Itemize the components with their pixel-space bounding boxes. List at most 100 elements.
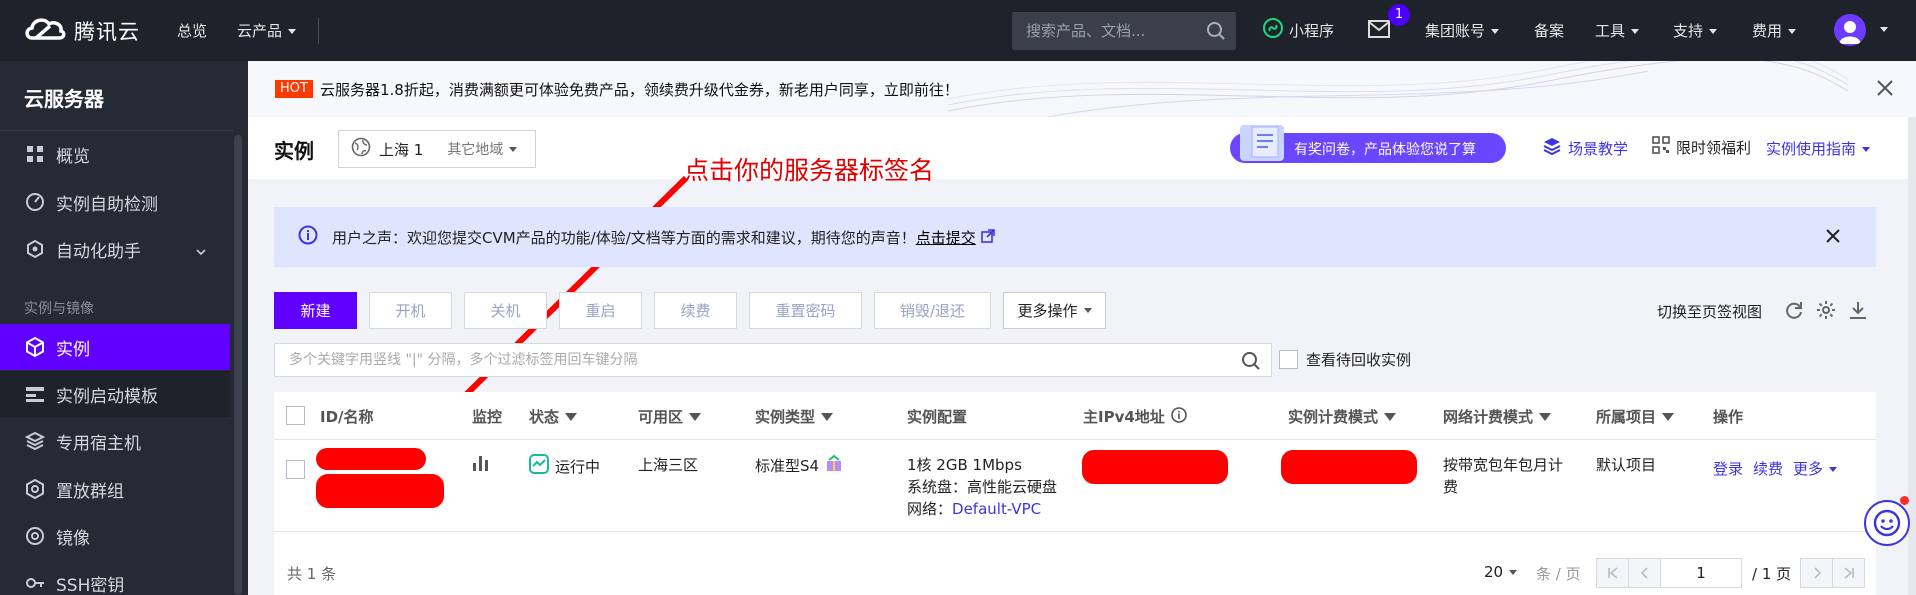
- row-checkbox[interactable]: [286, 460, 305, 479]
- th-ops: 操作: [1713, 408, 1744, 426]
- renew-link[interactable]: 续费: [1753, 458, 1783, 479]
- more-ops-label: 更多: [1793, 460, 1824, 478]
- help-assistant-button[interactable]: [1864, 500, 1910, 546]
- new-instance-button[interactable]: 新建: [274, 292, 357, 329]
- reset-password-button[interactable]: 重置密码: [749, 292, 862, 329]
- filter-icon[interactable]: [565, 412, 578, 421]
- last-page-icon: [1843, 567, 1854, 579]
- next-page-button[interactable]: [1800, 558, 1833, 588]
- gear-icon[interactable]: [1816, 300, 1836, 324]
- global-search[interactable]: [1012, 12, 1236, 50]
- nav-miniprogram[interactable]: 小程序: [1263, 18, 1334, 42]
- destroy-button[interactable]: 销毁/退还: [874, 292, 991, 329]
- th-type[interactable]: 实例类型: [755, 406, 834, 427]
- th-project-label: 所属项目: [1596, 408, 1657, 426]
- mail-icon[interactable]: [1368, 20, 1390, 42]
- filter-icon[interactable]: [1384, 412, 1397, 421]
- search-icon[interactable]: [1241, 351, 1261, 375]
- sidebar-item-launch-template[interactable]: 实例启动模板: [0, 371, 230, 417]
- th-monitor: 监控: [472, 408, 503, 426]
- more-ops-link[interactable]: 更多: [1793, 458, 1838, 479]
- net-billing-cell: 按带宽包年包月计 费: [1443, 454, 1573, 498]
- switch-view-link[interactable]: 切换至页签视图: [1657, 301, 1762, 322]
- start-button[interactable]: 开机: [369, 292, 452, 329]
- recycle-toggle[interactable]: 查看待回收实例: [1279, 349, 1411, 370]
- external-link-icon[interactable]: [980, 228, 995, 247]
- sidebar-item-ssh-keys[interactable]: SSH密钥: [0, 560, 230, 595]
- banner-text[interactable]: 云服务器1.8折起，消费满额更可体验免费产品，领续费升级代金券，新老用户同享，立…: [320, 79, 959, 100]
- grid-icon: [24, 143, 46, 165]
- th-net-billing[interactable]: 网络计费模式: [1443, 406, 1552, 427]
- nav-beian[interactable]: 备案: [1534, 20, 1564, 41]
- vpc-link[interactable]: Default-VPC: [952, 500, 1041, 518]
- filter-icon[interactable]: [689, 412, 702, 421]
- nav-group-account[interactable]: 集团账号: [1425, 20, 1500, 41]
- page-number-input[interactable]: 1: [1660, 558, 1742, 588]
- sidebar-item-images[interactable]: 镜像: [0, 513, 230, 559]
- search-icon[interactable]: [1206, 21, 1226, 45]
- usage-guide-link[interactable]: 实例使用指南: [1766, 138, 1871, 159]
- login-link[interactable]: 登录: [1713, 458, 1743, 479]
- limited-benefit-link[interactable]: 限时领福利: [1652, 136, 1751, 158]
- redacted-ip-address: [1082, 450, 1228, 484]
- th-type-label: 实例类型: [755, 408, 816, 426]
- promo-banner[interactable]: HOT 云服务器1.8折起，消费满额更可体验免费产品，领续费升级代金券，新老用户…: [248, 61, 1916, 117]
- nav-tools[interactable]: 工具: [1595, 20, 1640, 41]
- stop-button[interactable]: 关机: [464, 292, 547, 329]
- restart-button[interactable]: 重启: [559, 292, 642, 329]
- nav-overview[interactable]: 总览: [177, 20, 207, 41]
- sidebar-item-label: 实例: [56, 339, 90, 360]
- select-all-checkbox[interactable]: [286, 406, 305, 425]
- tools-label: 工具: [1595, 22, 1626, 40]
- sidebar-item-automation[interactable]: 自动化助手: [0, 226, 230, 272]
- region-selector[interactable]: 上海 1 其它地域: [338, 130, 536, 168]
- sidebar-item-instances[interactable]: 实例: [0, 324, 230, 370]
- close-icon[interactable]: [1824, 227, 1842, 249]
- first-page-button[interactable]: [1596, 558, 1629, 588]
- table-row[interactable]: 运行中 上海三区 标准型S4 1核 2GB 1Mbps 系统盘：高性能云硬盘 网…: [274, 440, 1876, 532]
- brand-logo[interactable]: 腾讯云: [24, 14, 140, 48]
- global-search-input[interactable]: [1026, 22, 1201, 40]
- sidebar-item-overview[interactable]: 概览: [0, 131, 230, 177]
- nav-support[interactable]: 支持: [1673, 20, 1718, 41]
- nav-billing[interactable]: 费用: [1752, 20, 1797, 41]
- refresh-icon[interactable]: [1784, 300, 1804, 324]
- alert-text: 用户之声：欢迎您提交CVM产品的功能/体验/文档等方面的需求和建议，期待您的声音…: [332, 227, 995, 248]
- instance-filter[interactable]: [274, 343, 1272, 377]
- chevron-down-icon: [1788, 29, 1797, 34]
- avatar[interactable]: [1834, 14, 1866, 46]
- sidebar-item-self-check[interactable]: 实例自助检测: [0, 179, 230, 225]
- bar-chart-icon[interactable]: [472, 454, 490, 476]
- more-actions-button[interactable]: 更多操作: [1003, 292, 1106, 329]
- th-billing[interactable]: 实例计费模式: [1288, 406, 1397, 427]
- th-project[interactable]: 所属项目: [1596, 406, 1675, 427]
- last-page-button[interactable]: [1832, 558, 1865, 588]
- renew-button[interactable]: 续费: [654, 292, 737, 329]
- filter-icon[interactable]: [1662, 412, 1675, 421]
- th-status[interactable]: 状态: [529, 406, 578, 427]
- cube-icon: [24, 336, 46, 358]
- instance-filter-input[interactable]: [289, 352, 1229, 368]
- scene-teaching-label: 场景教学: [1568, 139, 1629, 158]
- info-icon[interactable]: [1170, 406, 1187, 427]
- filter-icon[interactable]: [821, 412, 834, 421]
- filter-icon[interactable]: [1539, 412, 1552, 421]
- close-icon[interactable]: [1876, 79, 1894, 101]
- recycle-checkbox[interactable]: [1279, 350, 1298, 369]
- th-zone[interactable]: 可用区: [638, 406, 702, 427]
- chevron-down-icon[interactable]: [1880, 27, 1888, 32]
- redacted-instance-id[interactable]: [316, 448, 426, 470]
- sidebar-item-dedicated-host[interactable]: 专用宿主机: [0, 418, 230, 464]
- sidebar-item-placement-group[interactable]: 置放群组: [0, 466, 230, 512]
- scene-teaching-link[interactable]: 场景教学: [1542, 136, 1628, 160]
- chevron-down-icon: [509, 146, 518, 152]
- redacted-instance-name[interactable]: [316, 474, 444, 508]
- download-icon[interactable]: [1848, 300, 1868, 324]
- prev-page-button[interactable]: [1628, 558, 1661, 588]
- sidebar-scrollbar[interactable]: [234, 135, 242, 595]
- page-size-select[interactable]: 20: [1484, 563, 1518, 581]
- th-id: ID/名称: [320, 408, 374, 426]
- nav-products[interactable]: 云产品: [237, 20, 297, 41]
- survey-button[interactable]: 有奖问卷，产品体验您说了算: [1230, 125, 1506, 163]
- alert-submit-link[interactable]: 点击提交: [916, 229, 976, 247]
